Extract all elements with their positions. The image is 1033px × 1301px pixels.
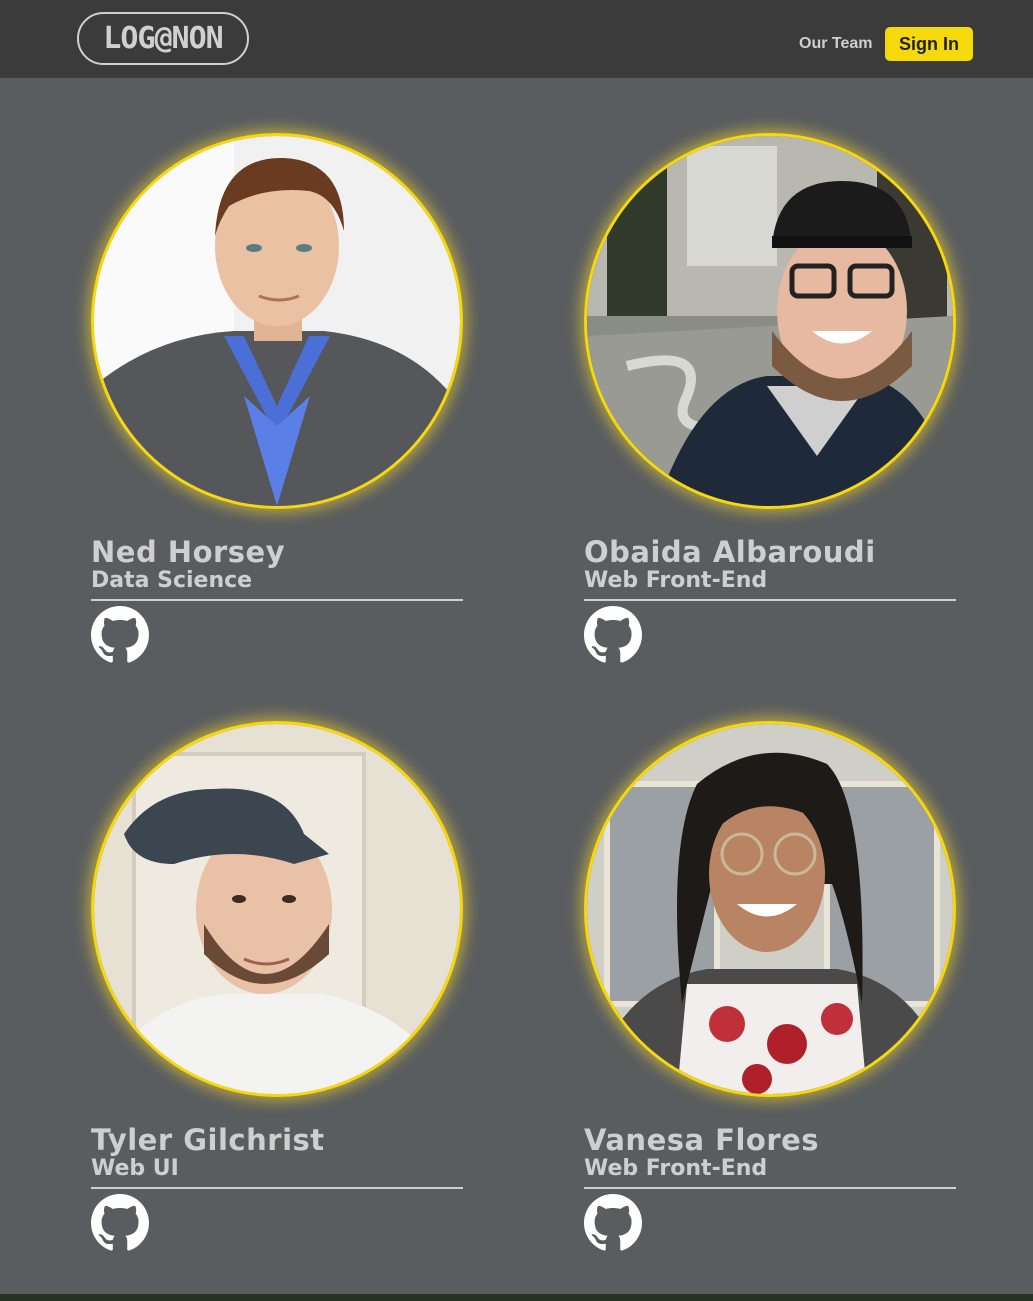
github-icon[interactable] — [584, 606, 642, 664]
footer-strip — [0, 1294, 1033, 1301]
member-name: Ned Horsey — [91, 535, 286, 569]
team-card: Tyler Gilchrist Web UI — [91, 721, 463, 1261]
github-icon[interactable] — [91, 606, 149, 664]
logo[interactable]: LOG@NON — [77, 12, 249, 65]
member-role: Web UI — [91, 1156, 179, 1181]
team-card: Vanesa Flores Web Front-End — [584, 721, 956, 1261]
member-role: Web Front-End — [584, 1156, 768, 1181]
team-card: Obaida Albaroudi Web Front-End — [584, 133, 956, 673]
team-card: Ned Horsey Data Science — [91, 133, 463, 673]
member-role: Web Front-End — [584, 568, 768, 593]
profile-photo — [584, 721, 956, 1097]
member-name: Obaida Albaroudi — [584, 535, 876, 569]
divider — [584, 1187, 956, 1189]
nav-link-our-team[interactable]: Our Team — [799, 35, 873, 53]
profile-photo — [91, 721, 463, 1097]
divider — [584, 599, 956, 601]
navbar: LOG@NON Our Team Sign In — [0, 0, 1033, 78]
profile-photo — [91, 133, 463, 509]
member-role: Data Science — [91, 568, 253, 593]
github-icon[interactable] — [91, 1194, 149, 1252]
divider — [91, 599, 463, 601]
profile-photo — [584, 133, 956, 509]
sign-in-button[interactable]: Sign In — [885, 27, 973, 61]
github-icon[interactable] — [584, 1194, 642, 1252]
divider — [91, 1187, 463, 1189]
member-name: Tyler Gilchrist — [91, 1123, 325, 1157]
member-name: Vanesa Flores — [584, 1123, 820, 1157]
